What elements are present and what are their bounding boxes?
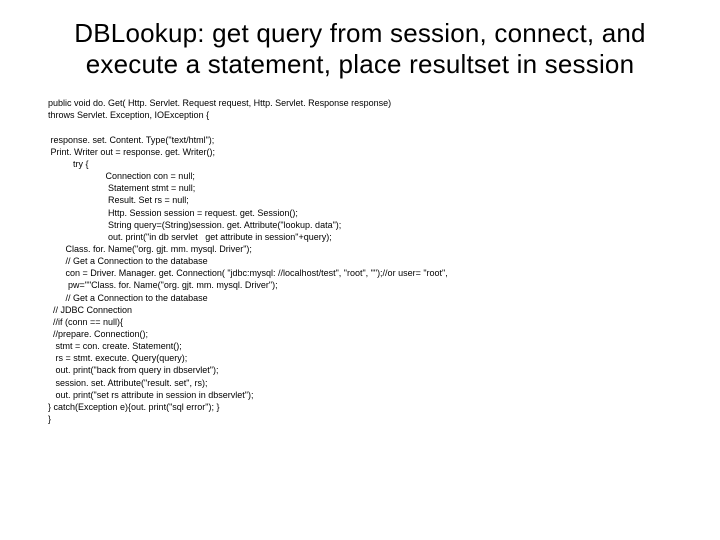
- slide: DBLookup: get query from session, connec…: [0, 0, 720, 540]
- code-block: public void do. Get( Http. Servlet. Requ…: [48, 97, 680, 425]
- slide-title: DBLookup: get query from session, connec…: [40, 18, 680, 79]
